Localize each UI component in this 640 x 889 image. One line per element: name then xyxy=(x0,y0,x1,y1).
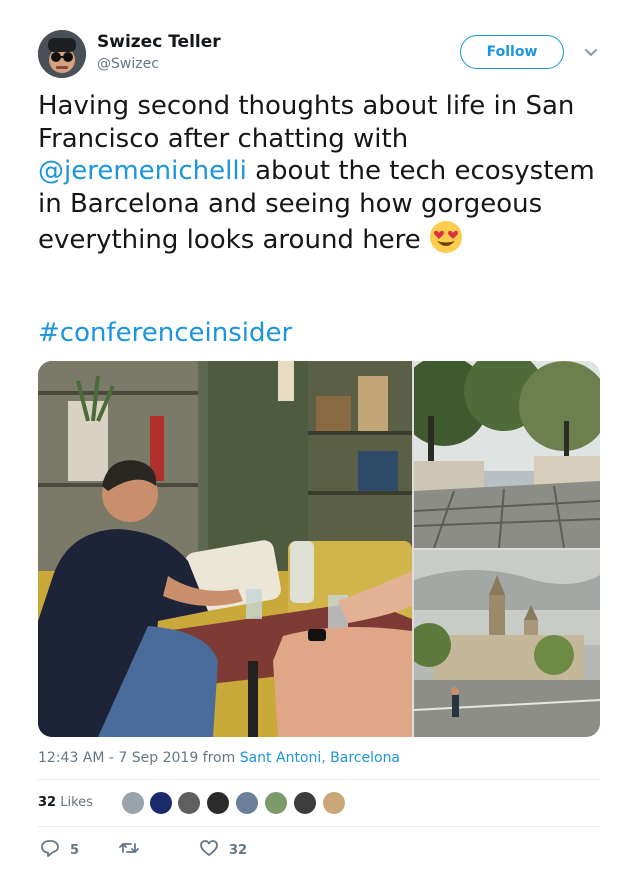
reply-count: 5 xyxy=(70,842,80,858)
tweet-text-part: Having second thoughts about life in San… xyxy=(38,91,575,154)
liker-avatar[interactable] xyxy=(293,791,317,815)
chevron-down-icon[interactable] xyxy=(582,44,600,62)
heart-eyes-emoji-icon xyxy=(429,220,463,254)
liker-avatar[interactable] xyxy=(206,791,230,815)
heart-icon xyxy=(199,838,219,862)
like-action[interactable]: 32 xyxy=(199,840,247,860)
liker-avatar[interactable] xyxy=(264,791,288,815)
divider xyxy=(38,779,600,780)
divider xyxy=(38,826,600,827)
location-link[interactable]: Sant Antoni, Barcelona xyxy=(240,750,400,766)
timestamp-from: from xyxy=(198,750,240,766)
author-avatar[interactable] xyxy=(38,30,86,78)
retweet-icon xyxy=(119,838,139,862)
follow-button[interactable]: Follow xyxy=(460,35,564,69)
liker-avatar[interactable] xyxy=(235,791,259,815)
barcelona-street-photo[interactable] xyxy=(414,361,600,548)
media-grid xyxy=(38,361,600,737)
hashtag-link[interactable]: #conferenceinsider xyxy=(38,318,292,348)
barcelona-skyline-photo[interactable] xyxy=(414,550,600,737)
reply-icon xyxy=(40,838,60,862)
liker-avatar[interactable] xyxy=(121,791,145,815)
tweet-card: Swizec Teller @Swizec Follow Having seco… xyxy=(0,0,640,889)
liker-avatar[interactable] xyxy=(322,791,346,815)
likes-label: Likes xyxy=(60,795,93,810)
mention-link[interactable]: @jeremenichelli xyxy=(38,156,247,186)
tweet-text: Having second thoughts about life in San… xyxy=(38,90,603,257)
reply-action[interactable]: 5 xyxy=(40,840,79,860)
likes-summary[interactable]: 32 Likes xyxy=(38,795,93,810)
author-display-name[interactable]: Swizec Teller xyxy=(97,32,221,52)
retweet-action[interactable] xyxy=(119,840,149,860)
liker-avatar[interactable] xyxy=(177,791,201,815)
tweet-timestamp: 12:43 AM - 7 Sep 2019 from Sant Antoni, … xyxy=(38,750,400,766)
cafe-conversation-photo[interactable] xyxy=(38,361,412,737)
author-handle[interactable]: @Swizec xyxy=(97,56,159,72)
timestamp-time[interactable]: 12:43 AM - 7 Sep 2019 xyxy=(38,750,198,766)
likes-count: 32 xyxy=(38,795,57,810)
like-count: 32 xyxy=(229,842,248,858)
liker-avatar[interactable] xyxy=(149,791,173,815)
